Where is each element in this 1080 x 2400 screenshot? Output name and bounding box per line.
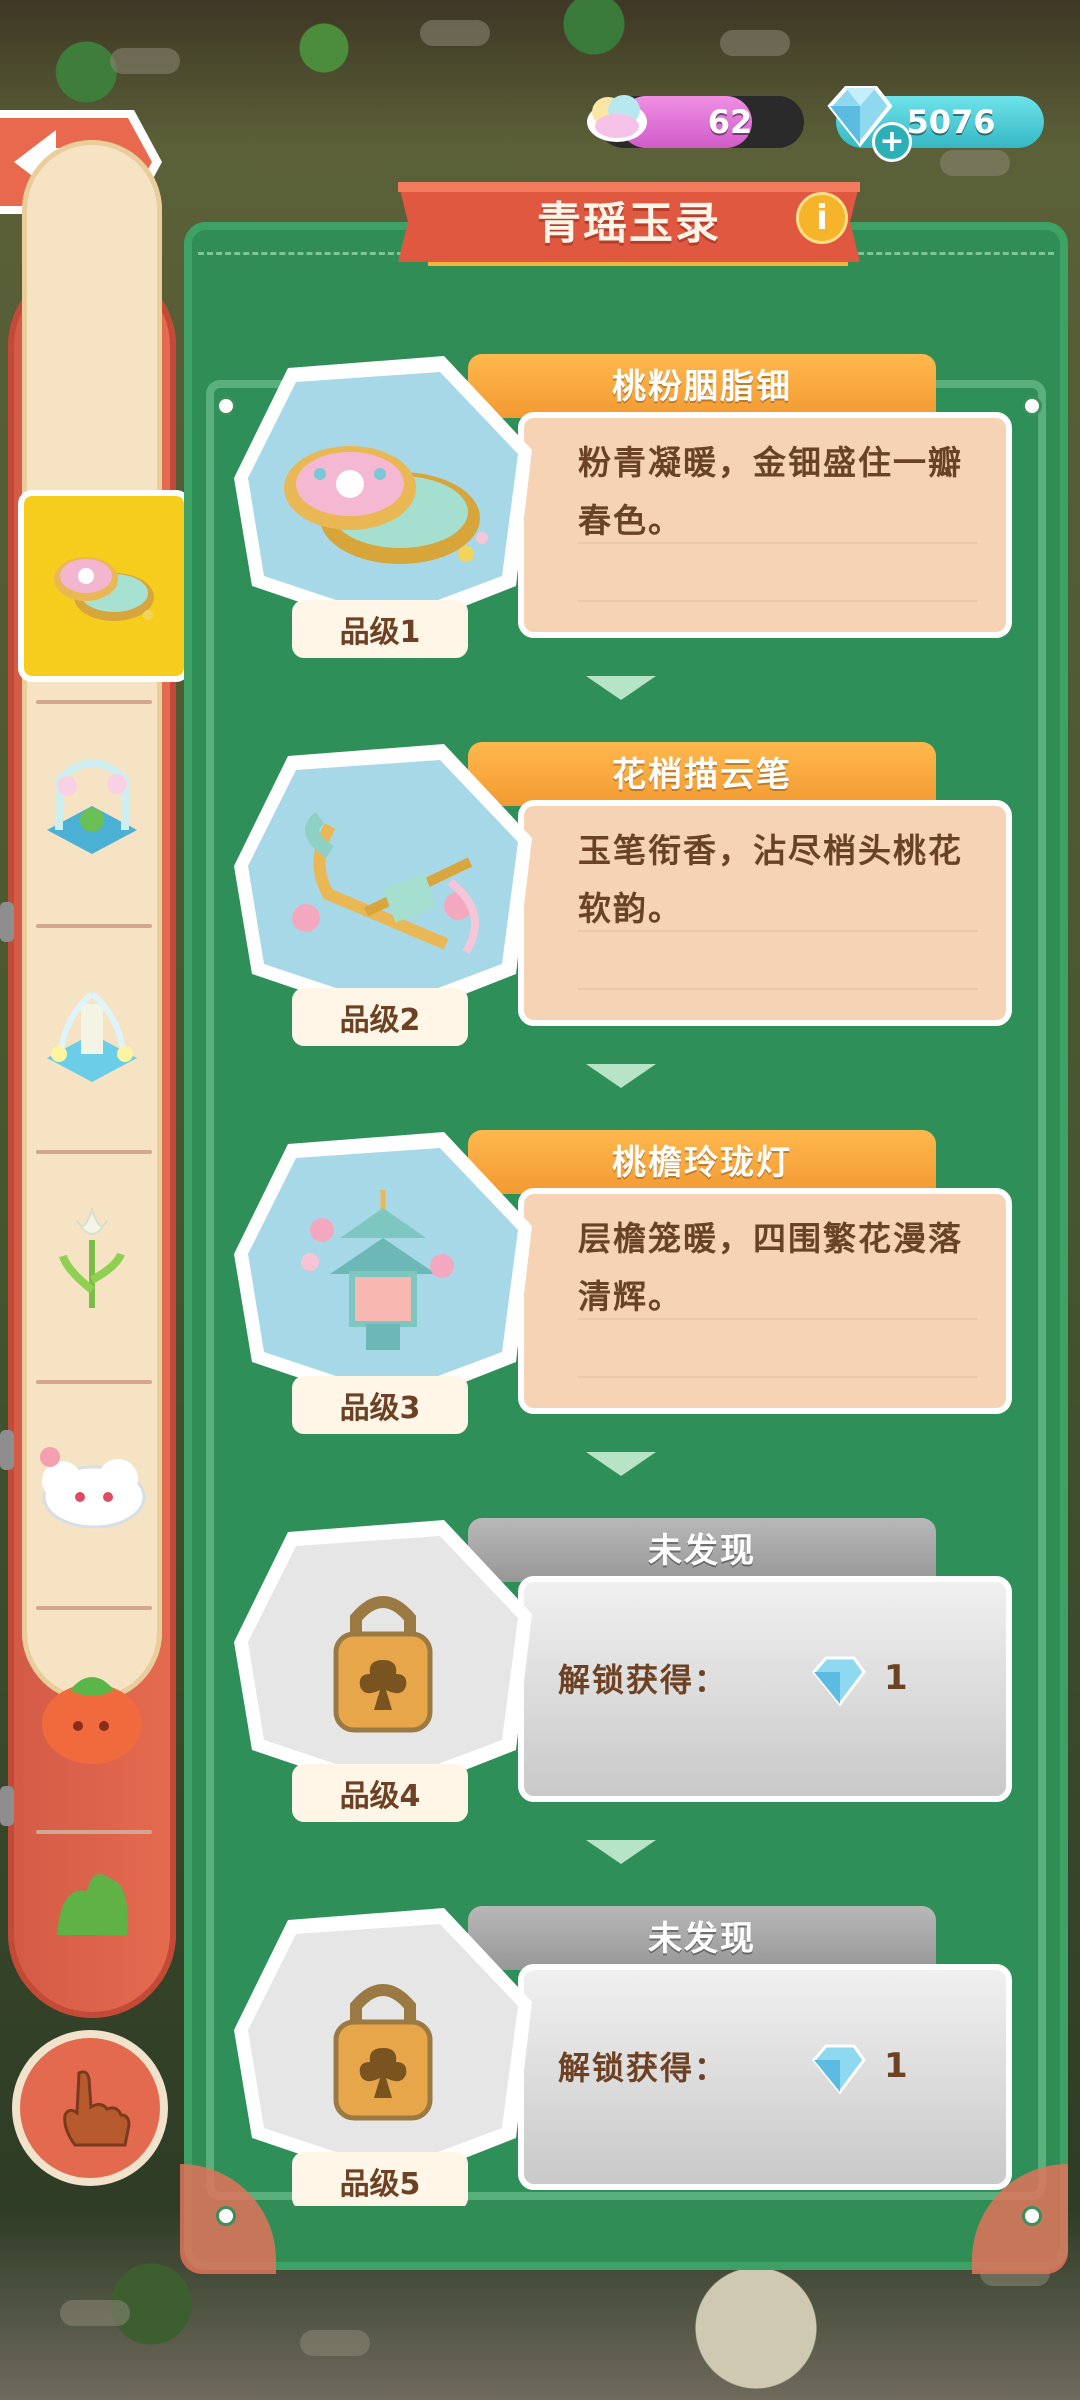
persimmon-icon	[42, 1677, 142, 1764]
gem-currency[interactable]: + 5076	[827, 86, 1044, 162]
category-item-persimmon[interactable]	[22, 1634, 162, 1794]
lock-icon	[333, 1984, 433, 2121]
lock-icon	[333, 1596, 433, 1733]
fountain-icon	[47, 991, 137, 1082]
item-clip: 未发现 解锁获得： 1 品级5	[0, 1880, 1080, 2206]
chevron-down-icon	[586, 1064, 656, 1088]
tulip-icon	[59, 1206, 125, 1308]
item-card[interactable]: 桃粉胭脂钿 粉青凝暖，金钿盛住一瓣春色。 品级1	[226, 354, 1016, 684]
panel-screw	[1022, 2206, 1042, 2226]
unlock-reward: 解锁获得： 1	[558, 2026, 908, 2106]
blue-gem-icon	[812, 2044, 866, 2094]
item-grade: 品级1	[292, 600, 468, 658]
compact-icon	[284, 446, 488, 564]
compact-icon	[54, 557, 154, 621]
chevron-down-icon	[586, 1840, 656, 1864]
bg-decoration	[720, 30, 790, 56]
gem-count: 5076	[906, 103, 996, 141]
item-description: 玉笔衔香，沾尽梢头桃花软韵。	[578, 831, 963, 928]
item-card[interactable]: 花梢描云笔 玉笔衔香，沾尽梢头桃花软韵。 品级2	[226, 742, 1016, 1072]
item-grade: 品级3	[292, 1376, 468, 1434]
item-card[interactable]: 桃檐玲珑灯 层檐笼暖，四围繁花漫落清辉。 品级3	[226, 1130, 1016, 1460]
sidebar-handle	[0, 1786, 14, 1826]
sidebar-handle	[0, 1430, 14, 1470]
chevron-down-icon	[586, 1452, 656, 1476]
page-title: 青瑶玉录	[537, 198, 721, 249]
category-divider	[36, 700, 152, 704]
category-divider	[36, 1380, 152, 1384]
cloud-creature-icon	[40, 1447, 146, 1529]
category-divider	[36, 924, 152, 928]
unlock-amount: 1	[884, 2046, 908, 2086]
panel-screw	[216, 2206, 236, 2226]
unlock-reward: 解锁获得： 1	[558, 1638, 908, 1718]
category-divider	[36, 1830, 152, 1834]
item-card-locked[interactable]: 未发现 解锁获得： 1 品级5	[226, 1906, 1016, 2206]
item-name: 未发现	[648, 1530, 756, 1571]
item-card-locked[interactable]: 未发现 解锁获得： 1 品级4	[226, 1518, 1016, 1848]
blue-gem-icon	[812, 1656, 866, 1706]
unlock-amount: 1	[884, 1658, 908, 1698]
category-item-tulip[interactable]	[22, 1180, 162, 1340]
bg-decoration	[420, 20, 490, 46]
bg-decoration	[300, 2330, 370, 2356]
category-divider	[36, 1606, 152, 1610]
cloud-currency[interactable]: 62	[587, 95, 804, 148]
unlock-label: 解锁获得：	[558, 1661, 729, 1699]
bg-decoration	[110, 48, 180, 74]
category-item-fountain[interactable]	[22, 954, 162, 1114]
unlock-label: 解锁获得：	[558, 2049, 729, 2087]
chevron-down-icon	[586, 676, 656, 700]
lantern-icon	[301, 1190, 454, 1350]
brush-icon	[292, 812, 479, 955]
flower-gazebo-icon	[47, 759, 137, 854]
item-grade: 品级2	[292, 988, 468, 1046]
category-divider	[36, 1150, 152, 1154]
category-item-cloud-creature[interactable]	[22, 1408, 162, 1568]
item-name: 未发现	[648, 1918, 756, 1959]
item-description: 粉青凝暖，金钿盛住一瓣春色。	[578, 443, 963, 540]
item-name: 桃粉胭脂钿	[612, 366, 792, 407]
item-grade: 品级4	[292, 1764, 468, 1822]
info-icon[interactable]: i	[796, 192, 848, 244]
cloud-count: 62	[707, 103, 753, 141]
bg-decoration	[940, 150, 1010, 176]
category-item-gazebo[interactable]	[22, 730, 162, 890]
item-name: 桃檐玲珑灯	[612, 1142, 792, 1183]
bg-decoration	[60, 2300, 130, 2326]
item-description: 层檐笼暖，四围繁花漫落清辉。	[578, 1219, 963, 1316]
sidebar-handle	[0, 902, 14, 942]
rainbow-cloud-icon	[587, 95, 647, 142]
item-name: 花梢描云笔	[612, 754, 792, 795]
panel-screw	[1022, 396, 1042, 416]
category-item-compact[interactable]	[18, 490, 190, 682]
item-grade: 品级5	[292, 2152, 468, 2206]
